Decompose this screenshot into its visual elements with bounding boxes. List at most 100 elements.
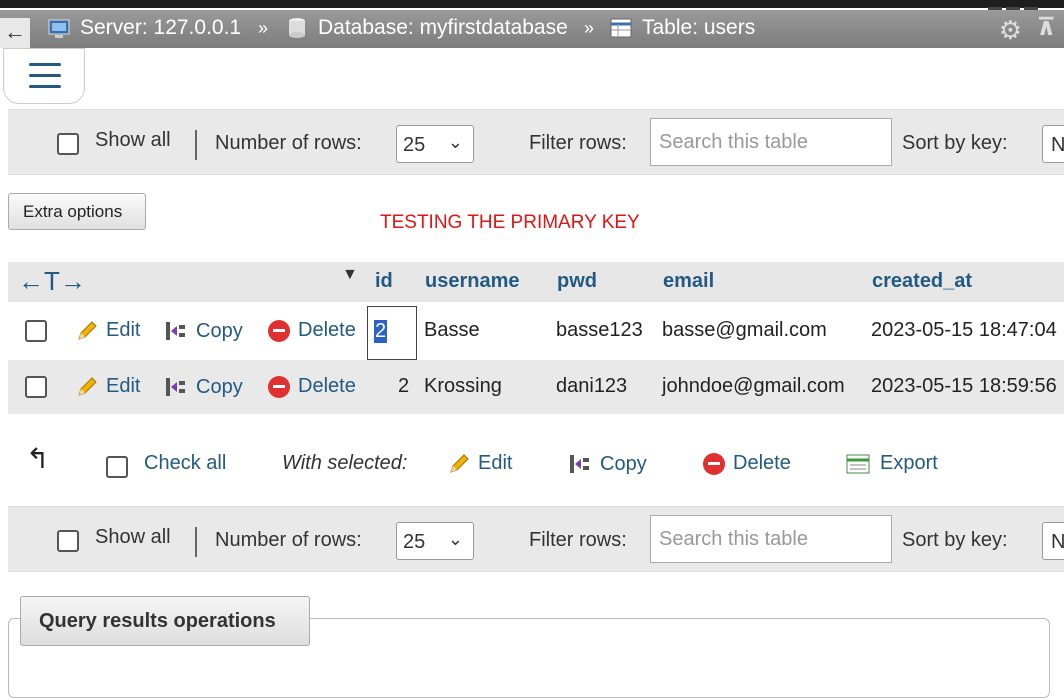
breadcrumb-database[interactable]: Database: myfirstdatabase	[286, 16, 568, 40]
sort-label: Sort by key:	[902, 529, 1008, 551]
bulk-copy-label: Copy	[600, 452, 647, 475]
cell-username[interactable]: Krossing	[424, 375, 502, 398]
bulk-actions-bar: ↰ Check all With selected: Edit Copy Del…	[0, 440, 1064, 490]
copy-label: Copy	[196, 319, 243, 342]
bulk-export-label: Export	[880, 452, 938, 474]
with-selected-label: With selected:	[282, 452, 408, 474]
chevron-down-icon: ⌄	[447, 132, 463, 152]
breadcrumb-separator: »	[258, 18, 269, 38]
show-all-label: Show all	[95, 129, 171, 151]
edit-link[interactable]: Edit	[76, 375, 140, 398]
cell-id[interactable]: 2	[398, 375, 409, 398]
show-all-checkbox[interactable]	[57, 133, 79, 155]
cell-email[interactable]: basse@gmail.com	[662, 319, 827, 342]
cell-created-at[interactable]: 2023-05-15 18:59:56	[871, 375, 1057, 398]
hamburger-icon	[29, 63, 61, 66]
cell-pwd[interactable]: basse123	[556, 319, 643, 342]
bulk-copy-button[interactable]: Copy	[568, 452, 647, 476]
pencil-icon	[78, 376, 97, 396]
show-all-checkbox[interactable]	[57, 530, 79, 552]
breadcrumb-server[interactable]: Server: 127.0.0.1	[48, 16, 241, 40]
bulk-edit-button[interactable]: Edit	[448, 452, 512, 475]
divider	[195, 130, 197, 160]
copy-link[interactable]: Copy	[164, 319, 243, 343]
sort-label: Sort by key:	[902, 132, 1008, 154]
column-header-id[interactable]: id	[375, 270, 393, 293]
browser-top-strip	[0, 0, 1064, 13]
extra-options-button[interactable]: Extra options	[8, 193, 146, 230]
cell-email[interactable]: johndoe@gmail.com	[662, 375, 845, 398]
delete-label: Delete	[298, 319, 356, 341]
browser-mini-icons	[984, 0, 1044, 13]
divider	[195, 527, 197, 557]
column-header-pwd[interactable]: pwd	[557, 270, 597, 293]
delete-link[interactable]: Delete	[268, 375, 356, 398]
table-row: Edit Copy Delete 2 Krossing dani123 john…	[8, 360, 1064, 414]
rows-label: Number of rows:	[215, 132, 362, 154]
delete-icon	[268, 319, 290, 342]
export-icon	[846, 454, 870, 473]
chevron-down-icon: ⌄	[447, 529, 463, 549]
filter-label: Filter rows:	[529, 529, 627, 551]
table-header: ←T→ ▼ id username pwd email created_at	[8, 262, 1064, 302]
row-checkbox[interactable]	[25, 376, 47, 398]
gear-icon[interactable]: ⚙	[999, 15, 1022, 46]
pencil-icon	[78, 320, 97, 340]
breadcrumb-separator: »	[584, 18, 595, 38]
breadcrumb-database-label: Database: myfirstdatabase	[318, 16, 568, 39]
breadcrumb-table[interactable]: Table: users	[610, 16, 755, 40]
copy-icon	[166, 322, 185, 340]
check-all-link[interactable]: Check all	[144, 452, 226, 475]
pencil-icon	[450, 453, 469, 473]
database-icon	[289, 18, 305, 38]
back-button[interactable]: ←	[0, 18, 30, 48]
copy-link[interactable]: Copy	[164, 375, 243, 399]
collapse-icon[interactable]: ⊼	[1037, 13, 1057, 42]
delete-icon	[703, 452, 725, 475]
id-selected-value: 2	[374, 320, 388, 343]
copy-label: Copy	[196, 375, 243, 398]
column-header-email[interactable]: email	[663, 270, 714, 293]
edit-label: Edit	[106, 319, 141, 341]
rows-label: Number of rows:	[215, 529, 362, 551]
breadcrumb-bar: ← Server: 127.0.0.1 » Database: myfirstd…	[0, 10, 1064, 48]
bulk-export-button[interactable]: Export	[846, 452, 938, 475]
breadcrumb-table-label: Table: users	[642, 16, 756, 39]
filter-label: Filter rows:	[529, 132, 627, 154]
server-icon	[48, 19, 70, 38]
cell-pwd[interactable]: dani123	[556, 375, 627, 398]
check-all-checkbox[interactable]	[106, 456, 128, 478]
edit-link[interactable]: Edit	[76, 319, 140, 342]
column-header-created-at[interactable]: created_at	[872, 270, 972, 293]
id-inline-edit-input[interactable]: 2	[367, 306, 417, 360]
sort-select[interactable]: N	[1042, 522, 1064, 560]
breadcrumb-server-label: Server: 127.0.0.1	[80, 16, 242, 39]
sort-select[interactable]: N	[1042, 125, 1064, 163]
table-navigation-top: Show all Number of rows: 25 ⌄ Filter row…	[8, 109, 1064, 175]
bulk-edit-label: Edit	[478, 452, 513, 474]
table-navigation-bottom: Show all Number of rows: 25 ⌄ Filter row…	[8, 506, 1064, 572]
cell-username[interactable]: Basse	[424, 319, 480, 342]
delete-link[interactable]: Delete	[268, 319, 356, 342]
search-input[interactable]: Search this table	[650, 118, 892, 166]
delete-icon	[268, 375, 290, 398]
rows-select[interactable]: 25 ⌄	[396, 125, 474, 163]
column-header-username[interactable]: username	[425, 270, 520, 293]
annotation-text: TESTING THE PRIMARY KEY	[380, 212, 640, 233]
column-nav-arrows-icon[interactable]: ←T→	[18, 266, 86, 297]
cell-created-at[interactable]: 2023-05-15 18:47:04	[871, 319, 1057, 342]
search-input[interactable]: Search this table	[650, 515, 892, 563]
copy-icon	[166, 378, 185, 396]
row-checkbox[interactable]	[25, 320, 47, 342]
edit-label: Edit	[106, 375, 141, 397]
sort-arrow-icon[interactable]: ▼	[342, 266, 358, 284]
table-row: Edit Copy Delete 2 Basse basse123 basse@…	[8, 304, 1064, 360]
rows-select[interactable]: 25 ⌄	[396, 522, 474, 560]
copy-icon	[570, 455, 589, 473]
menu-toggle-button[interactable]	[3, 48, 85, 104]
bulk-delete-button[interactable]: Delete	[703, 452, 791, 475]
query-results-operations-legend: Query results operations	[20, 596, 310, 646]
table-icon	[610, 18, 632, 38]
rows-select-value: 25	[403, 134, 426, 156]
arrow-up-corner-icon: ↰	[26, 443, 50, 474]
